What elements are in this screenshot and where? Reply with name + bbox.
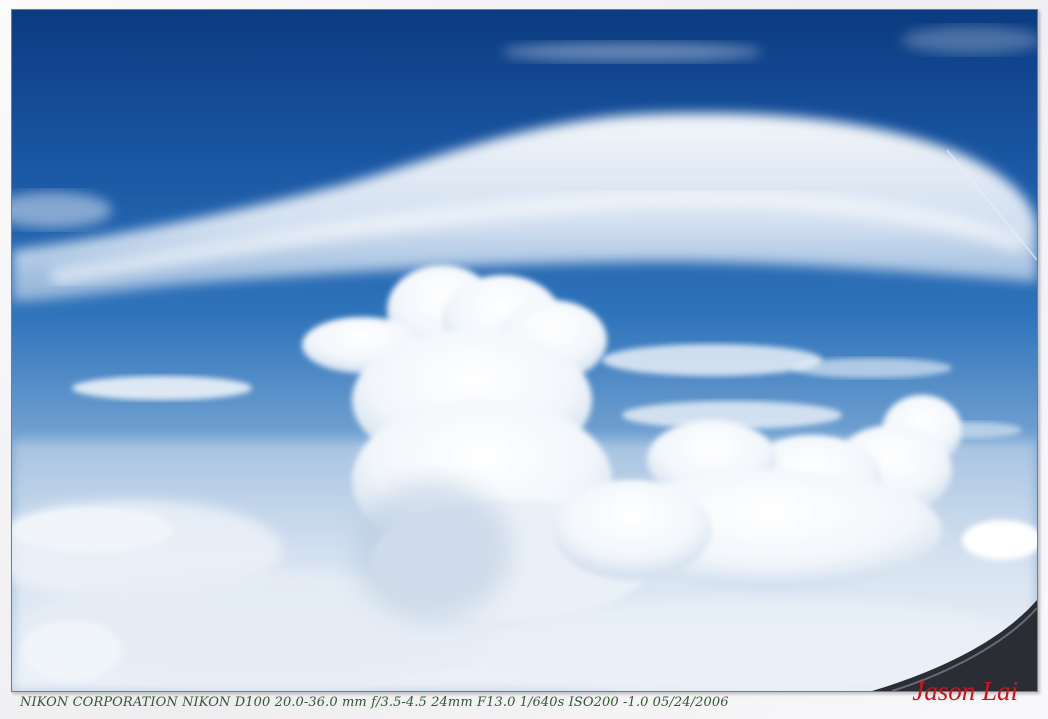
photographer-signature: Jason Lai bbox=[912, 676, 1018, 706]
exif-caption: NIKON CORPORATION NIKON D100 20.0-36.0 m… bbox=[20, 695, 729, 710]
sky-photo bbox=[11, 9, 1038, 692]
